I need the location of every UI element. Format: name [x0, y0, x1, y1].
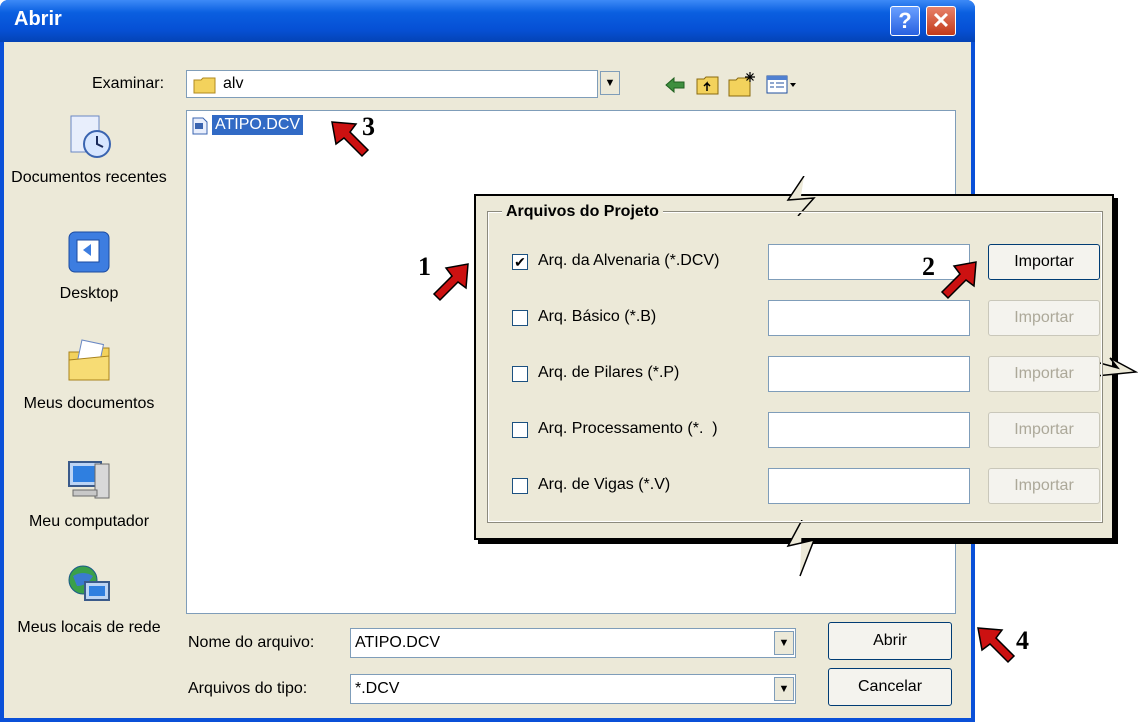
- dialog-title: Abrir: [14, 8, 62, 30]
- look-in-select[interactable]: alv: [186, 70, 598, 98]
- place-recent-documents[interactable]: Documentos recentes: [4, 112, 174, 187]
- import-basico-button[interactable]: Importar: [988, 300, 1100, 336]
- my-computer-icon: [68, 461, 110, 499]
- chevron-down-icon[interactable]: ▼: [774, 631, 794, 655]
- back-icon[interactable]: [664, 76, 686, 94]
- filename-value: ATIPO.DCV: [355, 634, 441, 651]
- project-row: ✔ Arq. da Alvenaria (*.DCV) Importar: [506, 244, 1106, 280]
- place-label: Meus locais de rede: [17, 619, 161, 636]
- view-menu-icon[interactable]: [766, 74, 800, 96]
- import-vigas-button[interactable]: Importar: [988, 468, 1100, 504]
- new-folder-icon[interactable]: [728, 70, 758, 98]
- place-label: Desktop: [59, 285, 119, 302]
- recent-documents-icon: [70, 115, 111, 158]
- look-in-value: alv: [223, 75, 244, 92]
- up-folder-icon[interactable]: [696, 74, 720, 96]
- place-my-computer[interactable]: Meu computador: [4, 456, 174, 531]
- annotation-2: 2: [922, 252, 935, 281]
- basico-checkbox[interactable]: [512, 310, 528, 326]
- title-bar[interactable]: [0, 0, 975, 42]
- pointer-arrow-icon: [331, 121, 370, 158]
- pointer-arrow-icon: [977, 627, 1016, 664]
- file-icon: [192, 117, 208, 135]
- pointer-arrow-icon: [432, 263, 469, 302]
- group-title: Arquivos do Projeto: [502, 203, 663, 221]
- pointer-arrow-icon: [940, 261, 977, 300]
- chevron-down-icon[interactable]: ▼: [774, 677, 794, 701]
- close-button[interactable]: ✕: [926, 6, 956, 36]
- filetype-label: Arquivos do tipo:: [188, 680, 308, 697]
- folder-icon: [193, 77, 216, 94]
- project-row: Arq. de Pilares (*.P) Importar: [506, 356, 1106, 392]
- filetype-select[interactable]: *.DCV: [350, 674, 796, 704]
- pilares-checkbox[interactable]: [512, 366, 528, 382]
- import-alvenaria-button[interactable]: Importar: [988, 244, 1100, 280]
- callout-tail-bottom: [786, 520, 816, 577]
- row-label: Arq. da Alvenaria (*.DCV): [538, 252, 720, 269]
- row-label: Arq. Básico (*.B): [538, 308, 657, 325]
- open-button[interactable]: Abrir: [828, 622, 952, 660]
- chevron-down-icon[interactable]: ▼: [600, 71, 620, 95]
- look-in-label: Examinar:: [92, 75, 165, 92]
- import-pilares-button[interactable]: Importar: [988, 356, 1100, 392]
- help-button[interactable]: ?: [890, 6, 920, 36]
- my-documents-icon: [68, 339, 110, 381]
- place-desktop[interactable]: Desktop: [4, 228, 174, 303]
- vigas-checkbox[interactable]: [512, 478, 528, 494]
- alvenaria-checkbox[interactable]: ✔: [512, 254, 528, 270]
- import-processamento-button[interactable]: Importar: [988, 412, 1100, 448]
- pilares-path-field[interactable]: [768, 356, 970, 392]
- project-row: Arq. de Vigas (*.V) Importar: [506, 468, 1106, 504]
- project-row: Arq. Processamento (*. ) Importar: [506, 412, 1106, 448]
- cancel-button[interactable]: Cancelar: [828, 668, 952, 706]
- processamento-checkbox[interactable]: [512, 422, 528, 438]
- file-name: ATIPO.DCV: [210, 114, 305, 136]
- place-network[interactable]: Meus locais de rede: [4, 562, 174, 637]
- place-my-documents[interactable]: Meus documentos: [4, 338, 174, 413]
- filetype-value: *.DCV: [355, 680, 400, 697]
- callout-tail-top: [786, 176, 816, 216]
- place-label: Documentos recentes: [11, 169, 167, 186]
- project-row: Arq. Básico (*.B) Importar: [506, 300, 1106, 336]
- row-label: Arq. de Pilares (*.P): [538, 364, 680, 381]
- basico-path-field[interactable]: [768, 300, 970, 336]
- place-label: Meus documentos: [23, 395, 155, 412]
- processamento-path-field[interactable]: [768, 412, 970, 448]
- vigas-path-field[interactable]: [768, 468, 970, 504]
- row-label: Arq. de Vigas (*.V): [538, 476, 671, 493]
- desktop-icon: [68, 231, 110, 273]
- filename-label: Nome do arquivo:: [188, 634, 315, 651]
- row-label: Arq. Processamento (*. ): [538, 420, 718, 437]
- place-label: Meu computador: [28, 513, 150, 530]
- filename-input[interactable]: ATIPO.DCV: [350, 628, 796, 658]
- network-places-icon: [68, 565, 110, 601]
